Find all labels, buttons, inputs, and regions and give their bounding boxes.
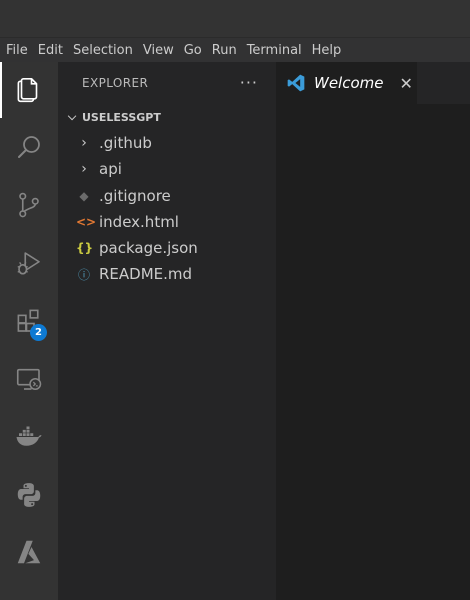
chevron-right-icon: › (81, 161, 87, 177)
tree-item-label: README.md (99, 265, 193, 283)
activity-remote-explorer[interactable] (0, 351, 58, 407)
tree-item-label: api (99, 160, 122, 178)
menu-selection[interactable]: Selection (68, 43, 138, 58)
editor-tabs: Welcome ✕ (276, 62, 470, 104)
azure-icon (17, 540, 41, 564)
menu-file[interactable]: File (0, 43, 33, 58)
docker-icon (16, 426, 42, 446)
tab-label: Welcome (314, 74, 384, 92)
tree-item-label: index.html (99, 213, 179, 231)
tree-item-label: .github (99, 134, 152, 152)
workspace-folder[interactable]: ⌵ USELESSGPT (58, 106, 276, 128)
explorer-icon (17, 77, 38, 103)
tree-item-label: package.json (99, 239, 198, 257)
menu-edit[interactable]: Edit (33, 43, 68, 58)
explorer-header: EXPLORER ··· (58, 62, 276, 104)
activity-extensions[interactable]: 2 (0, 293, 58, 349)
vscode-icon (287, 74, 305, 92)
tree-item-github[interactable]: › .github (58, 130, 276, 156)
tree-item-readme[interactable]: ⓘ README.md (58, 261, 276, 287)
source-control-icon (19, 192, 39, 218)
tree-item-package-json[interactable]: {} package.json (58, 235, 276, 261)
git-icon: ◆ (79, 189, 89, 203)
activity-python[interactable] (0, 467, 58, 523)
search-icon (18, 136, 40, 158)
activity-search[interactable] (0, 119, 58, 175)
tree-item-label: .gitignore (99, 187, 171, 205)
info-icon: ⓘ (77, 267, 90, 282)
tree-item-gitignore[interactable]: ◆ .gitignore (58, 183, 276, 209)
html-icon: <> (76, 215, 97, 229)
run-debug-icon (17, 252, 40, 275)
chevron-right-icon: › (81, 135, 87, 151)
tree-item-index-html[interactable]: <> index.html (58, 209, 276, 235)
explorer-title: EXPLORER (82, 76, 149, 90)
menu-terminal[interactable]: Terminal (242, 43, 307, 58)
tab-welcome[interactable]: Welcome ✕ (276, 62, 417, 104)
menu-bar: File Edit Selection View Go Run Terminal… (0, 38, 470, 62)
activity-source-control[interactable] (0, 177, 58, 233)
close-icon[interactable]: ✕ (400, 74, 413, 93)
tree-item-api[interactable]: › api (58, 156, 276, 182)
menu-help[interactable]: Help (307, 43, 347, 58)
menu-run[interactable]: Run (207, 43, 242, 58)
activity-azure[interactable] (0, 524, 58, 580)
activity-docker[interactable] (0, 409, 58, 465)
activity-bar: 2 (0, 62, 58, 600)
more-actions-icon[interactable]: ··· (240, 75, 258, 91)
workspace-folder-label: USELESSGPT (82, 110, 161, 124)
activity-explorer[interactable] (0, 62, 58, 118)
chevron-down-icon: ⌵ (67, 110, 77, 123)
extensions-badge: 2 (30, 324, 47, 341)
menu-go[interactable]: Go (179, 43, 207, 58)
explorer-sidebar: EXPLORER ··· ⌵ USELESSGPT › .github › ap… (58, 62, 276, 600)
remote-explorer-icon (16, 368, 42, 390)
json-icon: {} (76, 241, 94, 255)
python-icon (17, 483, 41, 507)
title-bar (0, 0, 470, 38)
editor-area: Welcome ✕ (276, 62, 470, 600)
activity-run-debug[interactable] (0, 235, 58, 291)
menu-view[interactable]: View (138, 43, 179, 58)
